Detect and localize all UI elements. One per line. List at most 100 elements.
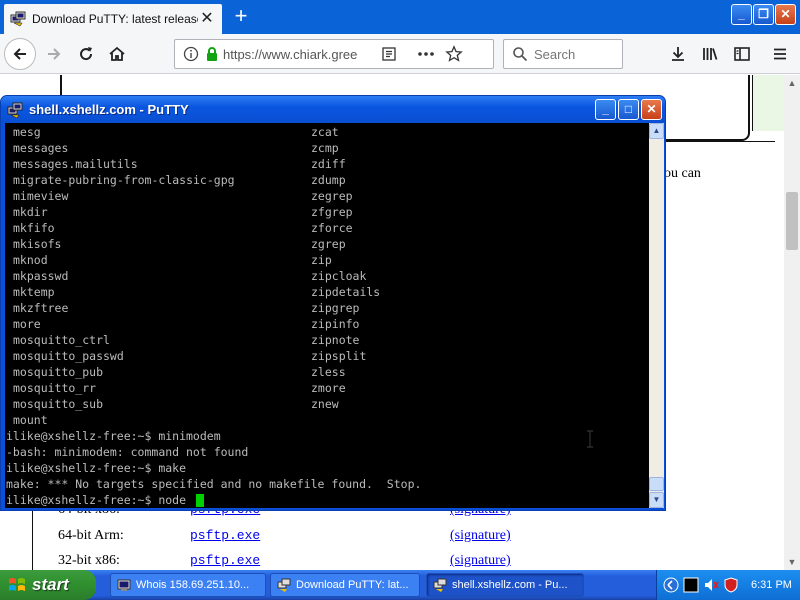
listing-row: mosquitto_rr zmore [6,380,649,396]
start-button[interactable]: start [0,570,96,600]
listing-row: mkpasswd zipcloak [6,268,649,284]
listing-row: messages zcmp [6,140,649,156]
listing-entry: messages [13,141,69,155]
listing-entry: migrate-pubring-from-classic-gpg [13,173,235,187]
terminal-screen[interactable]: mesg zcat messages zcmp messages.mailutils zd… [5,123,649,508]
new-tab-button[interactable]: + [230,5,252,28]
page-divider [665,141,775,142]
taskbar-item-whois[interactable]: Whois 158.69.251.10... [110,573,266,597]
listing-entry: zcat [311,125,339,139]
library-icon [703,48,718,60]
page-actions-icon[interactable] [417,46,435,62]
putty-minimize-button[interactable]: _ [595,99,616,120]
download-link[interactable]: psftp.exe [190,528,260,543]
browser-tab[interactable]: Download PuTTY: latest release (0 ✕ [4,4,222,34]
terminal-scroll-up-icon[interactable]: ▲ [649,123,664,139]
task-label: shell.xshellz.com - Pu... [452,579,568,591]
back-arrow-icon [13,48,26,60]
browser-minimize-button[interactable]: _ [731,4,752,25]
listing-entry: zmore [311,381,346,395]
back-button[interactable] [4,38,36,70]
download-icon [672,47,684,61]
terminal-line: make: *** No targets specified and no ma… [6,477,422,491]
page-scrollbar[interactable]: ▲ ▼ [784,75,800,570]
reload-icon [80,47,93,61]
terminal-line: -bash: minimodem: command not found [6,445,249,459]
sidebar-button[interactable] [726,38,758,70]
terminal-scroll-down-icon[interactable]: ▼ [649,492,664,508]
language-bar-icon[interactable] [663,577,679,593]
listing-row: mimeview zegrep [6,188,649,204]
home-button[interactable] [101,38,133,70]
url-bar[interactable]: https://www.chiark.gree [174,39,494,69]
search-bar[interactable] [503,39,623,69]
forward-button[interactable] [38,38,70,70]
listing-entry: mosquitto_pub [13,365,104,379]
taskbar-item-putty[interactable]: shell.xshellz.com - Pu... [426,573,584,597]
search-input[interactable] [534,46,614,62]
sidebar-icon [734,47,750,61]
listing-row: mknod zip [6,252,649,268]
listing-entry: zegrep [311,189,353,203]
scroll-up-icon[interactable]: ▲ [784,75,800,91]
task-label: Download PuTTY: lat... [296,579,409,591]
scroll-thumb[interactable] [786,192,798,250]
listing-row: mosquitto_pub zless [6,364,649,380]
terminal-scroll-thumb[interactable] [649,477,664,491]
putty-app-icon [277,578,291,592]
bookmark-star-icon[interactable] [445,45,463,63]
tab-close-icon[interactable]: ✕ [198,10,216,28]
info-icon[interactable] [183,46,199,62]
listing-entry: mknod [13,253,48,267]
listing-entry: mimeview [13,189,69,203]
browser-toolbar: https://www.chiark.gree [0,34,800,74]
page-green-panel [752,75,784,131]
volume-muted-icon[interactable] [703,577,719,593]
listing-entry: zgrep [311,237,346,251]
download-link[interactable]: psftp.exe [190,553,260,568]
putty-app-icon[interactable] [7,102,23,118]
listing-entry: zipnote [311,333,360,347]
reload-button[interactable] [70,38,102,70]
platform-label: 32-bit x86: [58,553,120,568]
listing-entry: znew [311,397,339,411]
security-shield-icon[interactable] [723,577,739,593]
terminal-prompt-line[interactable]: ilike@xshellz-free:~$ node [6,492,649,508]
listing-entry: mkzftree [13,301,69,315]
library-button[interactable] [694,38,726,70]
listing-entry: mesg [13,125,41,139]
putty-close-button[interactable]: ✕ [641,99,662,120]
scroll-down-icon[interactable]: ▼ [784,554,800,570]
listing-row: mkfifo zforce [6,220,649,236]
putty-title: shell.xshellz.com - PuTTY [29,102,189,117]
listing-entry: zip [311,253,332,267]
menu-button[interactable] [764,38,796,70]
browser-maximize-button[interactable]: ❐ [753,4,774,25]
listing-entry: mkdir [13,205,48,219]
start-label: start [32,575,69,594]
browser-close-button[interactable]: ✕ [775,4,796,25]
hamburger-menu-icon [774,48,786,60]
console-tray-icon[interactable] [683,577,699,593]
listing-row: mount [6,412,649,428]
reader-view-icon[interactable] [381,46,397,62]
terminal-line: ilike@xshellz-free:~$ minimodem [6,429,221,443]
putty-app-icon [433,578,447,592]
listing-entry: mktemp [13,285,55,299]
listing-entry: zless [311,365,346,379]
terminal-scrollbar[interactable]: ▲ ▼ [649,123,664,508]
putty-title-bar[interactable]: shell.xshellz.com - PuTTY [1,96,665,123]
listing-entry: zdiff [311,157,346,171]
listing-entry: zipsplit [311,349,367,363]
windows-logo-icon [9,578,25,591]
taskbar-item-firefox[interactable]: Download PuTTY: lat... [270,573,420,597]
listing-row: mktemp zipdetails [6,284,649,300]
listing-entry: mosquitto_ctrl [13,333,110,347]
signature-link[interactable]: (signature) [450,528,511,544]
system-tray: 6:31 PM [656,570,800,600]
putty-maximize-button[interactable]: □ [618,99,639,120]
downloads-button[interactable] [662,38,694,70]
ibeam-cursor-icon [587,430,593,448]
listing-entry: mount [13,413,48,427]
signature-link[interactable]: (signature) [450,553,511,569]
